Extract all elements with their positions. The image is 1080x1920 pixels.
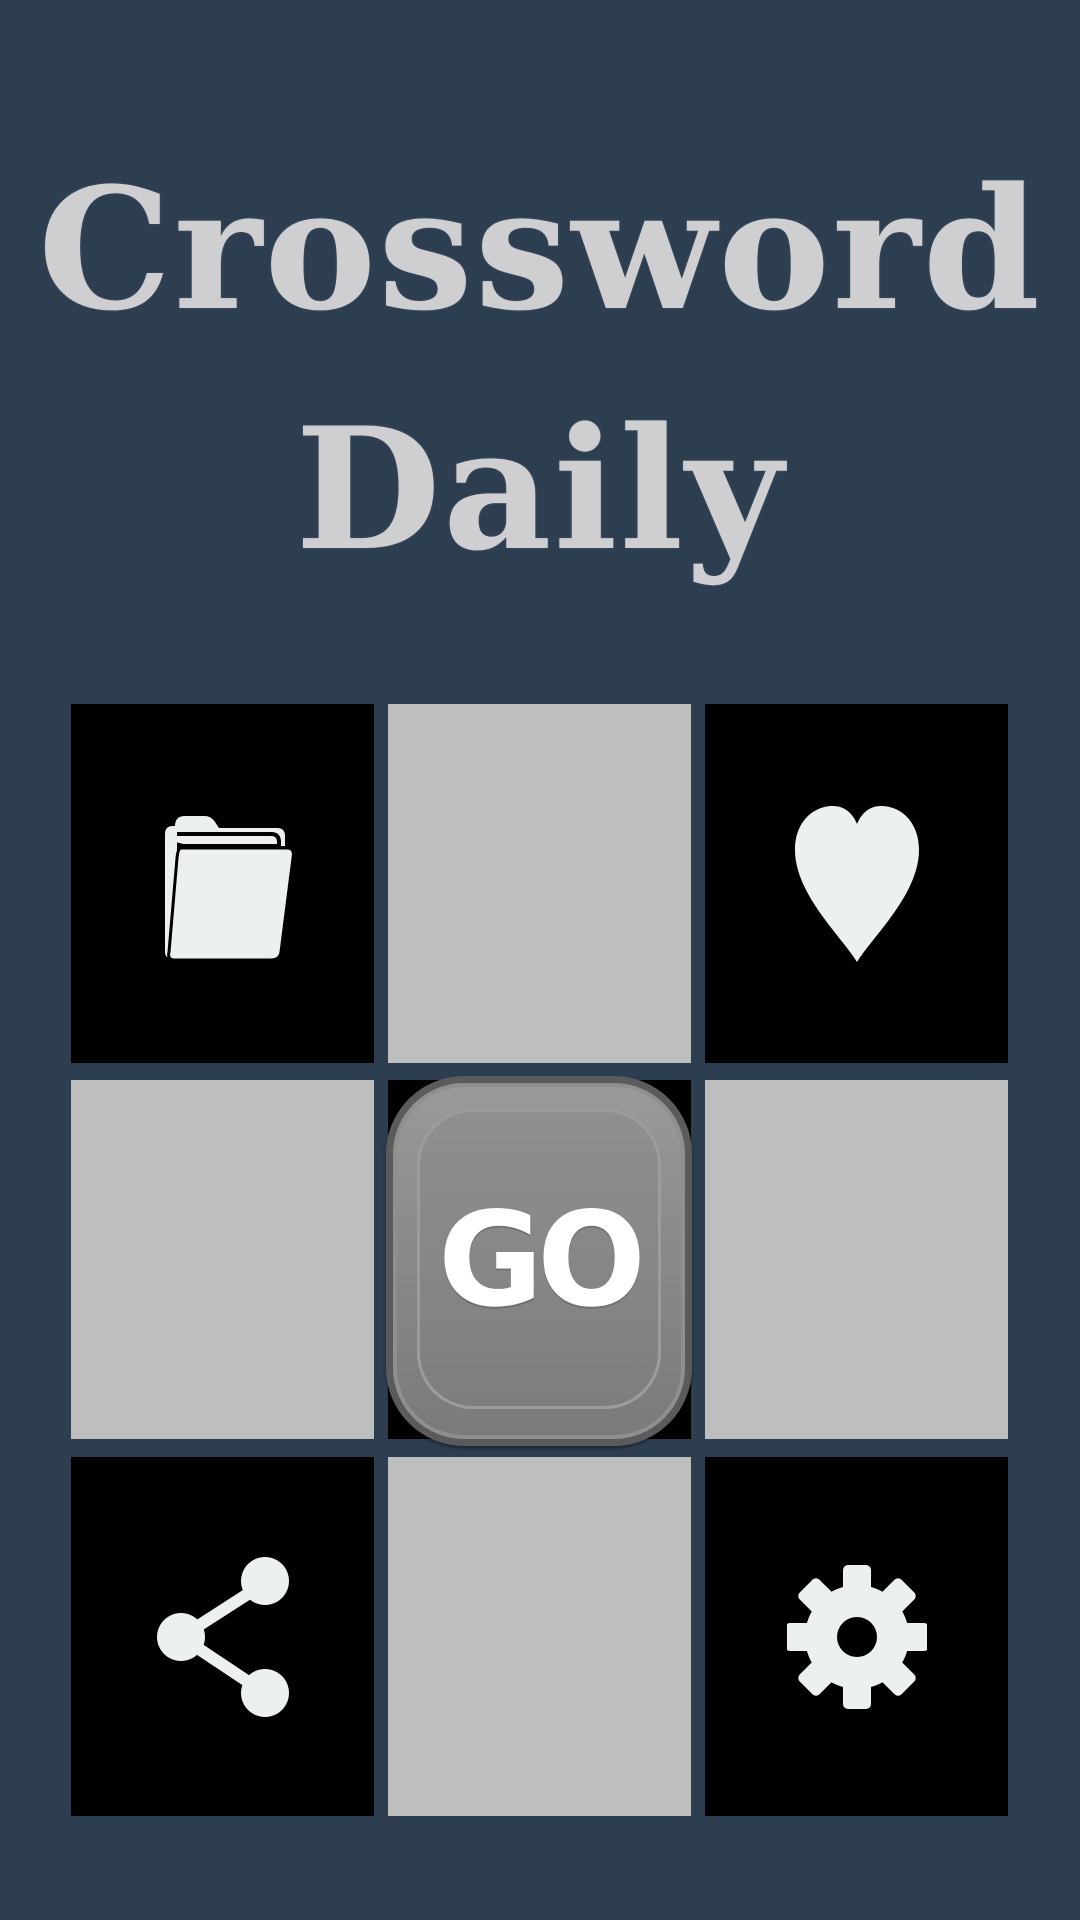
grid-tile-bottom-center (388, 1457, 691, 1816)
share-button[interactable] (71, 1457, 374, 1816)
grid-tile-middle-left (71, 1080, 374, 1439)
favorites-button[interactable] (705, 704, 1008, 1063)
game-title-line1: Crossword (37, 150, 1043, 348)
share-icon (153, 1555, 293, 1719)
go-button[interactable]: GO (386, 1076, 692, 1446)
go-button-label: GO (438, 1184, 646, 1337)
open-puzzles-button[interactable] (71, 704, 374, 1063)
grid-tile-middle-right (705, 1080, 1008, 1439)
folder-icon (153, 802, 293, 966)
game-title-line2: Daily (295, 390, 785, 588)
main-menu-screen: Crossword Daily GO (0, 0, 1080, 1920)
grid-tile-top-center (388, 704, 691, 1063)
gear-icon (786, 1555, 927, 1719)
heart-icon (787, 802, 927, 966)
settings-button[interactable] (705, 1457, 1008, 1816)
